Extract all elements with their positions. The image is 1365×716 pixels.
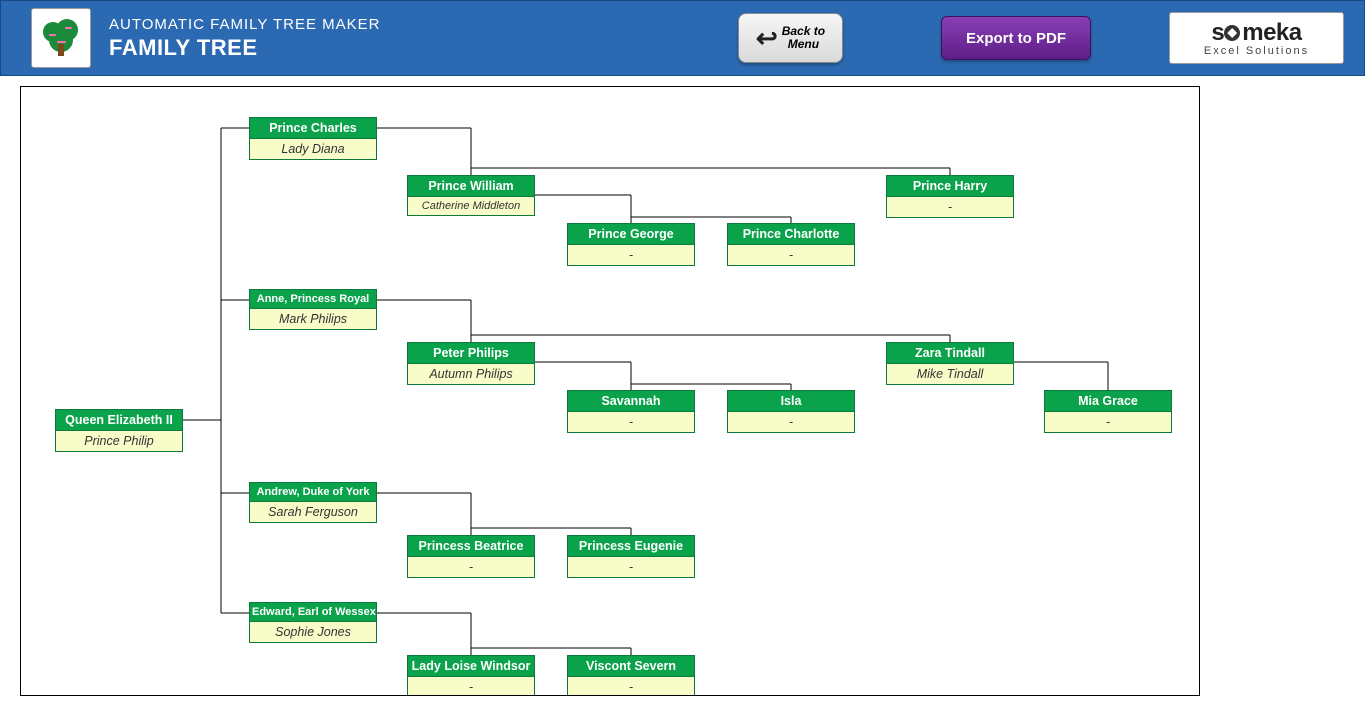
tree-node[interactable]: Prince William Catherine Middleton bbox=[407, 175, 535, 216]
tree-node[interactable]: Viscont Severn - bbox=[567, 655, 695, 696]
tree-node-root[interactable]: Queen Elizabeth II Prince Philip bbox=[55, 409, 183, 452]
app-subtitle: AUTOMATIC FAMILY TREE MAKER bbox=[109, 16, 381, 33]
tree-node[interactable]: Prince Charlotte - bbox=[727, 223, 855, 266]
tree-node[interactable]: Princess Beatrice - bbox=[407, 535, 535, 578]
person-spouse: Autumn Philips bbox=[407, 364, 535, 385]
person-name: Prince William bbox=[407, 175, 535, 197]
person-spouse: - bbox=[567, 677, 695, 696]
tree-node[interactable]: Prince Harry - bbox=[886, 175, 1014, 218]
tree-node[interactable]: Mia Grace - bbox=[1044, 390, 1172, 433]
person-name: Viscont Severn bbox=[567, 655, 695, 677]
back-arrow-icon: ↩ bbox=[756, 23, 778, 54]
person-name: Peter Philips bbox=[407, 342, 535, 364]
brand-dot-icon bbox=[1224, 25, 1240, 41]
person-spouse: Sophie Jones bbox=[249, 622, 377, 643]
tree-node[interactable]: Edward, Earl of Wessex Sophie Jones bbox=[249, 602, 377, 643]
tree-node[interactable]: Peter Philips Autumn Philips bbox=[407, 342, 535, 385]
person-spouse: Mark Philips bbox=[249, 309, 377, 330]
tree-icon bbox=[39, 16, 83, 60]
export-button-label: Export to PDF bbox=[966, 30, 1066, 47]
person-spouse: Mike Tindall bbox=[886, 364, 1014, 385]
person-spouse: - bbox=[567, 412, 695, 433]
person-spouse: Prince Philip bbox=[55, 431, 183, 452]
tree-node[interactable]: Andrew, Duke of York Sarah Ferguson bbox=[249, 482, 377, 523]
tree-node[interactable]: Zara Tindall Mike Tindall bbox=[886, 342, 1014, 385]
person-spouse: - bbox=[407, 677, 535, 696]
tree-node[interactable]: Lady Loise Windsor - bbox=[407, 655, 535, 696]
person-name: Prince Harry bbox=[886, 175, 1014, 197]
person-spouse: Catherine Middleton bbox=[407, 197, 535, 216]
person-spouse: Sarah Ferguson bbox=[249, 502, 377, 523]
family-tree-canvas: Queen Elizabeth II Prince Philip Prince … bbox=[20, 86, 1200, 696]
person-spouse: - bbox=[886, 197, 1014, 218]
person-spouse: - bbox=[567, 557, 695, 578]
app-header: AUTOMATIC FAMILY TREE MAKER FAMILY TREE … bbox=[0, 0, 1365, 76]
tree-node[interactable]: Savannah - bbox=[567, 390, 695, 433]
tree-node[interactable]: Prince George - bbox=[567, 223, 695, 266]
person-name: Lady Loise Windsor bbox=[407, 655, 535, 677]
person-name: Mia Grace bbox=[1044, 390, 1172, 412]
app-logo bbox=[31, 8, 91, 68]
person-spouse: - bbox=[567, 245, 695, 266]
person-name: Anne, Princess Royal bbox=[249, 289, 377, 309]
tree-node[interactable]: Princess Eugenie - bbox=[567, 535, 695, 578]
brand-logo: ssomekameka Excel Solutions bbox=[1169, 12, 1344, 64]
person-name: Princess Eugenie bbox=[567, 535, 695, 557]
person-spouse: Lady Diana bbox=[249, 139, 377, 160]
person-name: Prince Charlotte bbox=[727, 223, 855, 245]
tree-node[interactable]: Prince Charles Lady Diana bbox=[249, 117, 377, 160]
person-spouse: - bbox=[727, 412, 855, 433]
tree-node[interactable]: Isla - bbox=[727, 390, 855, 433]
person-name: Andrew, Duke of York bbox=[249, 482, 377, 502]
person-name: Queen Elizabeth II bbox=[55, 409, 183, 431]
person-spouse: - bbox=[1044, 412, 1172, 433]
tree-node[interactable]: Anne, Princess Royal Mark Philips bbox=[249, 289, 377, 330]
back-button-label: Back toMenu bbox=[782, 25, 825, 51]
person-name: Isla bbox=[727, 390, 855, 412]
person-name: Prince George bbox=[567, 223, 695, 245]
person-name: Zara Tindall bbox=[886, 342, 1014, 364]
back-to-menu-button[interactable]: ↩ Back toMenu bbox=[738, 13, 843, 63]
person-spouse: - bbox=[727, 245, 855, 266]
export-pdf-button[interactable]: Export to PDF bbox=[941, 16, 1091, 60]
person-name: Edward, Earl of Wessex bbox=[249, 602, 377, 622]
page-title: FAMILY TREE bbox=[109, 35, 381, 61]
person-name: Savannah bbox=[567, 390, 695, 412]
person-spouse: - bbox=[407, 557, 535, 578]
person-name: Prince Charles bbox=[249, 117, 377, 139]
person-name: Princess Beatrice bbox=[407, 535, 535, 557]
